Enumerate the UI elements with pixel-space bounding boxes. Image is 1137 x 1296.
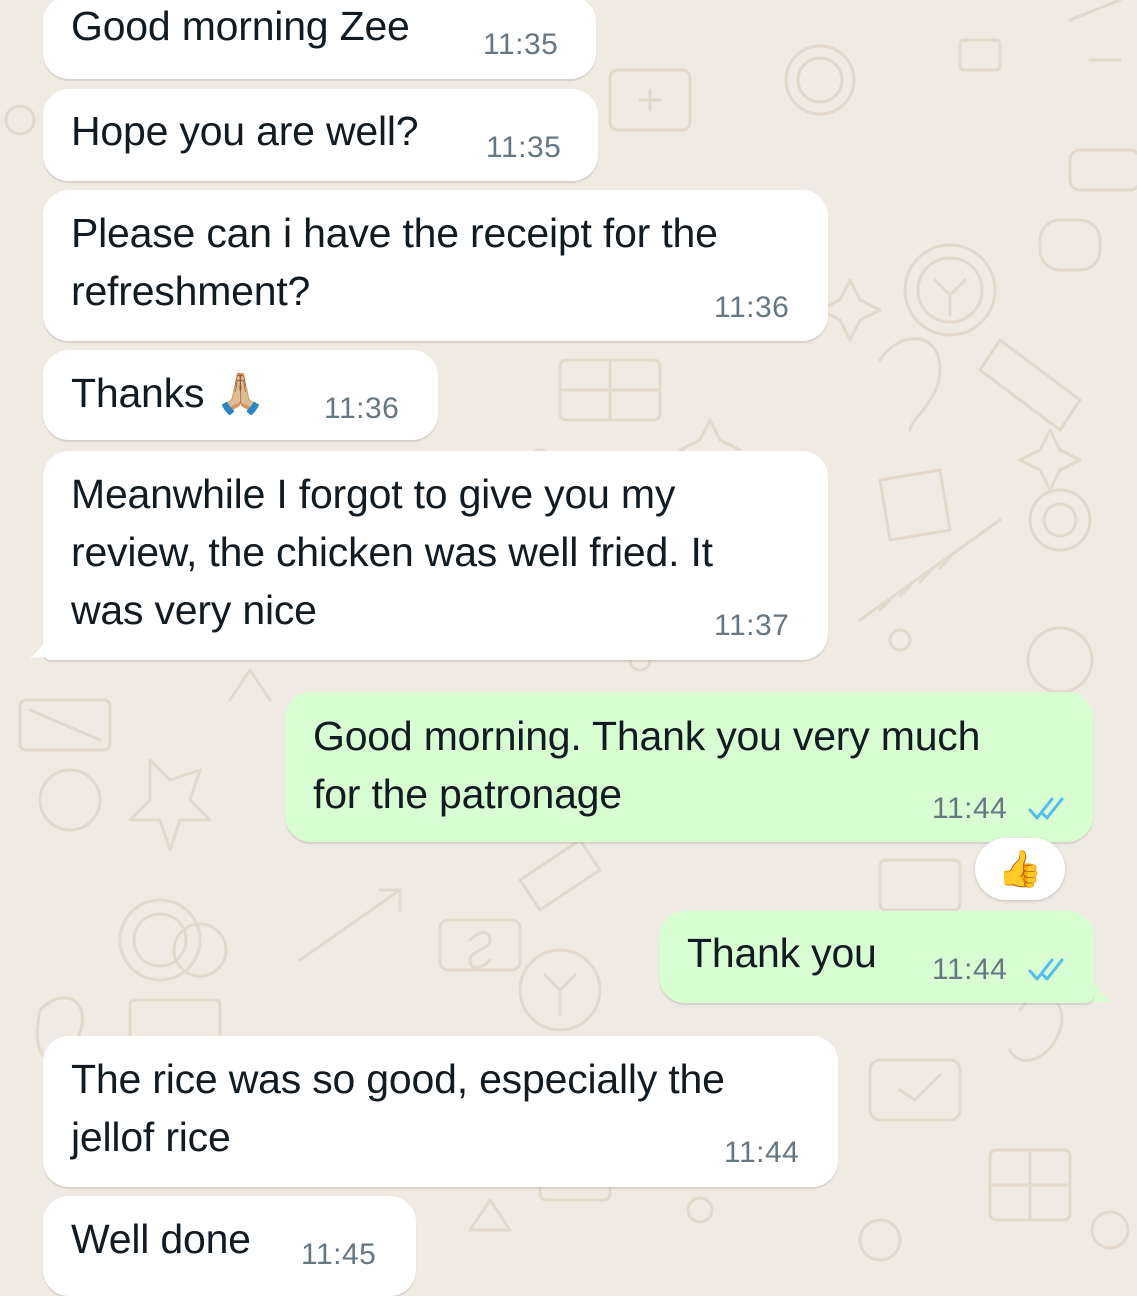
- message-text: Good morning Zee: [71, 3, 410, 49]
- message-text: The rice was so good, especially the jel…: [71, 1056, 725, 1160]
- message-time: 11:45: [301, 1238, 377, 1271]
- double-check-icon: [1028, 958, 1064, 981]
- incoming-message[interactable]: Good morning Zee 11:35: [43, 0, 596, 79]
- message-time: 11:35: [486, 131, 562, 164]
- incoming-message[interactable]: Please can i have the receipt for the re…: [43, 190, 828, 341]
- thumbs-up-emoji: 👍: [997, 848, 1043, 889]
- message-time: 11:36: [714, 291, 790, 324]
- outgoing-message[interactable]: Good morning. Thank you very much for th…: [285, 692, 1093, 842]
- message-text-content: Thanks: [71, 370, 205, 416]
- message-text: Well done: [71, 1216, 251, 1262]
- outgoing-message[interactable]: Thank you 11:44: [659, 911, 1094, 1003]
- folded-hands-emoji: 🙏🏼: [215, 372, 266, 416]
- incoming-message[interactable]: Well done 11:45: [43, 1196, 416, 1296]
- incoming-message[interactable]: The rice was so good, especially the jel…: [43, 1036, 838, 1187]
- message-reaction[interactable]: 👍: [975, 838, 1065, 900]
- message-text: Thanks 🙏🏼: [71, 364, 265, 423]
- message-text: Please can i have the receipt for the re…: [71, 210, 718, 314]
- message-time: 11:36: [324, 392, 400, 425]
- incoming-message[interactable]: Meanwhile I forgot to give you my review…: [43, 451, 828, 660]
- message-time: 11:35: [483, 28, 559, 61]
- message-text: Meanwhile I forgot to give you my review…: [71, 471, 713, 633]
- message-text: Thank you: [687, 930, 877, 976]
- double-check-icon: [1028, 797, 1064, 820]
- message-text: Hope you are well?: [71, 108, 419, 154]
- incoming-message[interactable]: Thanks 🙏🏼 11:36: [43, 350, 438, 440]
- message-time: 11:44: [932, 792, 1008, 825]
- message-time: 11:37: [714, 609, 790, 642]
- message-time: 11:44: [724, 1136, 800, 1169]
- message-text: Good morning. Thank you very much for th…: [313, 713, 981, 817]
- incoming-message[interactable]: Hope you are well? 11:35: [43, 89, 598, 181]
- message-time: 11:44: [932, 953, 1008, 986]
